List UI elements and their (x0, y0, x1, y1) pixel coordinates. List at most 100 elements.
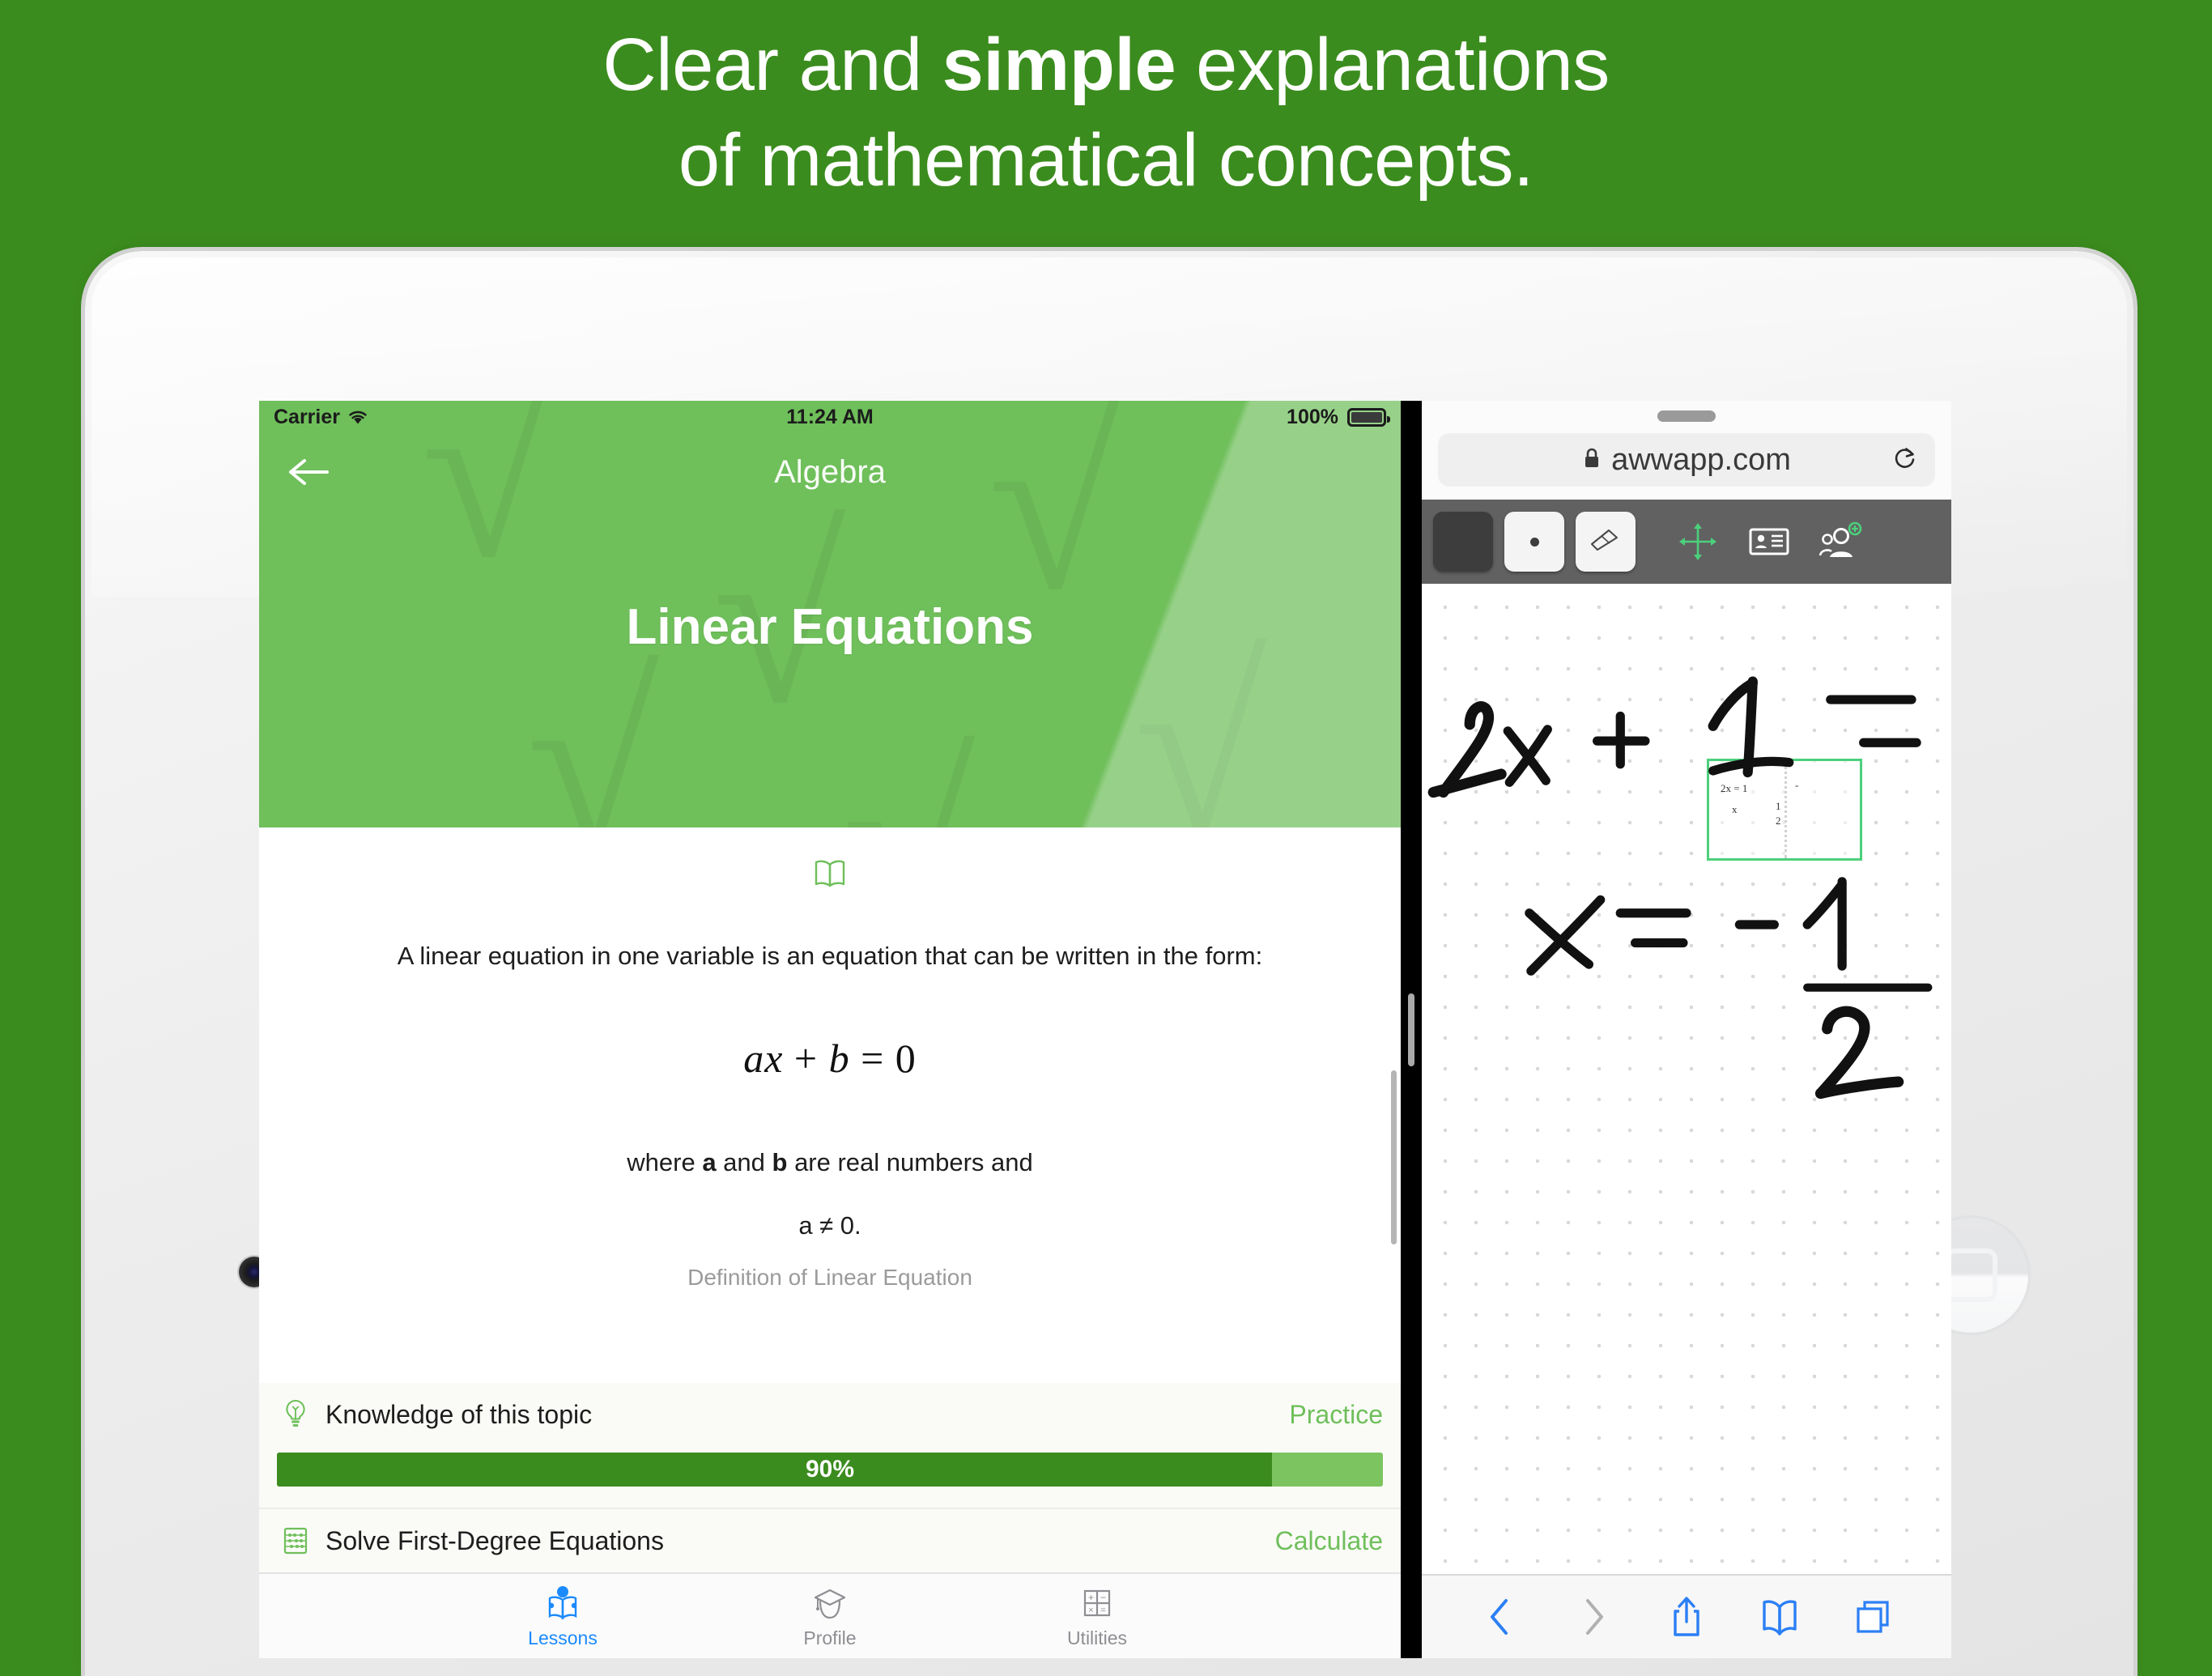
battery-icon (1347, 407, 1390, 427)
move-tool-icon (1679, 523, 1716, 560)
add-people-button[interactable] (1810, 512, 1870, 572)
formula-equals: = (849, 1035, 895, 1081)
safari-bottom-bar (1422, 1574, 1951, 1658)
url-bar[interactable]: awwapp.com (1438, 433, 1935, 487)
where-var-b: b (772, 1147, 788, 1176)
promo-headline: Clear and simple explanations of mathema… (0, 18, 2212, 209)
safari-pane: awwapp.com 2x = 1 x 1 2 - (1422, 401, 1951, 1658)
reload-icon[interactable] (1893, 445, 1917, 476)
lesson-where-text: where a and b are real numbers and (627, 1148, 1032, 1177)
minimap-scribble-5: - (1795, 779, 1799, 791)
ipad-screen: √ √ √ √ √ √ Carrier 11:24 AM (259, 401, 1951, 1658)
practice-button[interactable]: Practice (1289, 1400, 1383, 1430)
tab-utilities[interactable]: + − × = Utilities (1036, 1584, 1158, 1649)
color-swatch-dark-button[interactable] (1433, 512, 1493, 572)
lesson-source-label: Definition of Linear Equation (687, 1264, 972, 1290)
share-button[interactable] (1650, 1585, 1723, 1649)
viewport-minimap[interactable]: 2x = 1 x 1 2 - (1707, 759, 1862, 861)
url-text: awwapp.com (1611, 442, 1791, 477)
tab-profile[interactable]: Profile (769, 1584, 891, 1649)
pen-tool-icon (1529, 537, 1539, 547)
tab-lessons[interactable]: Lessons (502, 1584, 623, 1649)
split-view-handle[interactable] (1408, 993, 1414, 1066)
status-bar: Carrier 11:24 AM 100% (259, 401, 1401, 433)
whiteboard-toolbar (1422, 500, 1951, 584)
lesson-title: Linear Equations (626, 599, 1034, 655)
minimap-bottom-edge (1709, 858, 1784, 861)
open-book-icon (813, 858, 847, 893)
svg-text:−: − (1100, 1592, 1106, 1603)
knowledge-progress: 90% (259, 1446, 1401, 1508)
tab-label-lessons: Lessons (528, 1627, 598, 1648)
calculate-button[interactable]: Calculate (1275, 1526, 1383, 1556)
move-tool-button[interactable] (1668, 512, 1728, 572)
lesson-definition-text: A linear equation in one variable is an … (397, 942, 1263, 970)
handwriting-strokes (1427, 676, 1933, 1100)
where-prefix: where (627, 1147, 703, 1176)
forward-chevron-button[interactable] (1557, 1585, 1630, 1649)
id-card-icon (1749, 528, 1789, 555)
promo-line1-part1: Clear and (602, 23, 942, 106)
lock-icon (1582, 446, 1602, 474)
bookmarks-button[interactable] (1743, 1585, 1816, 1649)
topic-label-solve: Solve First-Degree Equations (325, 1525, 664, 1555)
back-chevron-icon (1491, 1599, 1508, 1635)
eraser-tool-icon (1590, 529, 1619, 551)
whiteboard-canvas[interactable]: 2x = 1 x 1 2 - (1422, 584, 1951, 1574)
topic-row-solve[interactable]: Solve First-Degree Equations Calculate (259, 1509, 1401, 1572)
split-view-divider[interactable] (1401, 401, 1422, 1658)
status-bar-time: 11:24 AM (786, 405, 874, 428)
back-chevron-button[interactable] (1464, 1585, 1537, 1649)
calculator-icon: + − × = (1083, 1589, 1111, 1616)
tabs-icon (1856, 1601, 1889, 1633)
promo-line1-bold: simple (942, 23, 1176, 106)
math-app-pane: √ √ √ √ √ √ Carrier 11:24 AM (259, 401, 1401, 1658)
page-title: Algebra (774, 453, 886, 490)
tab-bar: Lessons Profile + − × = Utilities (259, 1572, 1401, 1658)
svg-text:=: = (1100, 1606, 1105, 1615)
minimap-scribble-1: 2x = 1 (1721, 782, 1748, 794)
pen-tool-button[interactable] (1504, 512, 1564, 572)
lesson-condition-text: a ≠ 0. (798, 1210, 861, 1240)
progress-track: 90% (277, 1453, 1383, 1487)
promo-headline-line1: Clear and simple explanations (0, 18, 2212, 113)
tab-label-utilities: Utilities (1066, 1627, 1128, 1648)
promo-headline-line2: of mathematical concepts. (678, 118, 1534, 202)
topic-rows: Knowledge of this topic Practice 90% Sol… (259, 1383, 1401, 1572)
id-card-button[interactable] (1739, 512, 1799, 572)
lesson-body: A linear equation in one variable is an … (259, 827, 1401, 1383)
where-var-a: a (702, 1147, 717, 1176)
share-icon (1674, 1597, 1699, 1636)
formula-term-ax: ax (743, 1035, 784, 1081)
lesson-header: √ √ √ √ √ √ Carrier 11:24 AM (259, 401, 1401, 827)
lesson-navbar: Algebra (259, 433, 1401, 511)
safari-top-bar: awwapp.com (1422, 401, 1951, 500)
topic-row-knowledge[interactable]: Knowledge of this topic Practice (259, 1383, 1401, 1446)
eraser-tool-button[interactable] (1576, 512, 1636, 572)
bookmarks-icon (1763, 1600, 1797, 1636)
where-suffix: are real numbers and (787, 1147, 1033, 1176)
svg-text:+: + (1088, 1592, 1094, 1603)
formula-zero: 0 (895, 1035, 917, 1081)
tabs-button[interactable] (1836, 1585, 1909, 1649)
minimap-divider (1784, 761, 1787, 858)
promo-line1-part2: explanations (1176, 23, 1610, 106)
minimap-scribble-3: 1 (1776, 800, 1781, 812)
forward-chevron-icon (1586, 1599, 1604, 1635)
where-mid: and (716, 1147, 772, 1176)
formula-term-b: b (828, 1035, 850, 1081)
lesson-formula: ax + b = 0 (743, 1035, 917, 1082)
drag-grabber-icon[interactable] (1657, 410, 1716, 422)
topic-label-knowledge: Knowledge of this topic (325, 1399, 593, 1429)
scrollbar[interactable] (1391, 1070, 1397, 1244)
progress-label: 90% (805, 1456, 855, 1482)
minimap-scribble-4: 2 (1776, 815, 1781, 827)
svg-text:×: × (1088, 1606, 1093, 1615)
add-people-icon (1819, 521, 1862, 557)
abacus-icon (277, 1525, 314, 1556)
minimap-scribble-2: x (1732, 803, 1738, 815)
lightbulb-icon (277, 1398, 314, 1431)
person-reading-icon (548, 1585, 577, 1619)
formula-plus: + (783, 1035, 829, 1081)
tab-label-profile: Profile (803, 1627, 857, 1648)
